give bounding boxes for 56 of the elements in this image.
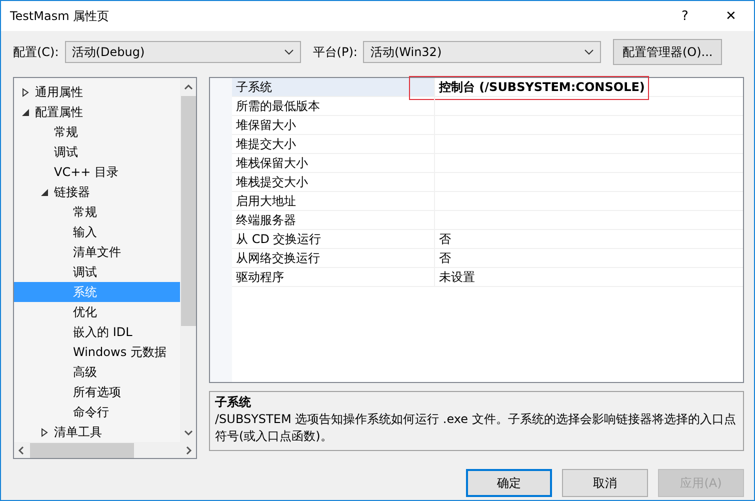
property-name[interactable]: 堆提交大小 xyxy=(232,135,435,154)
property-value[interactable]: 否 xyxy=(435,230,743,249)
tree-item[interactable]: VC++ 目录 xyxy=(14,162,180,182)
tree-item[interactable]: 优化 xyxy=(14,302,180,322)
property-name[interactable]: 所需的最低版本 xyxy=(232,97,435,116)
config-manager-button[interactable]: 配置管理器(O)... xyxy=(613,39,722,65)
property-value[interactable]: 否 xyxy=(435,249,743,268)
close-button[interactable]: ✕ xyxy=(708,1,754,31)
property-value[interactable]: 控制台 (/SUBSYSTEM:CONSOLE) xyxy=(435,78,743,97)
scroll-right-icon[interactable] xyxy=(186,446,192,454)
scroll-down-icon[interactable] xyxy=(184,430,192,436)
property-name[interactable]: 堆栈提交大小 xyxy=(232,173,435,192)
collapsed-triangle-icon[interactable] xyxy=(41,428,48,436)
platform-dropdown[interactable]: 活动(Win32) xyxy=(363,41,602,63)
expanded-triangle-icon[interactable] xyxy=(41,188,48,196)
property-name[interactable]: 驱动程序 xyxy=(232,268,435,287)
tree-item[interactable]: 输入 xyxy=(14,222,180,242)
scroll-up-icon[interactable] xyxy=(184,84,192,90)
tree-item[interactable]: 常规 xyxy=(14,122,180,142)
help-button[interactable]: ? xyxy=(662,1,708,31)
tree-item[interactable]: 调试 xyxy=(14,262,180,282)
tree-item[interactable]: Windows 元数据 xyxy=(14,342,180,362)
platform-label: 平台(P): xyxy=(312,44,358,60)
chevron-down-icon xyxy=(584,49,594,55)
tree-item[interactable]: 命令行 xyxy=(14,402,180,422)
tree-item[interactable]: 所有选项 xyxy=(14,382,180,402)
config-label: 配置(C): xyxy=(13,44,59,60)
description-text: /SUBSYSTEM 选项告知操作系统如何运行 .exe 文件。子系统的选择会影响链接器将选择的入口点符号(或入口点函数)。 xyxy=(215,411,737,445)
scroll-left-icon[interactable] xyxy=(18,446,24,454)
property-name[interactable]: 启用大地址 xyxy=(232,192,435,211)
config-dropdown[interactable]: 活动(Debug) xyxy=(64,41,301,63)
property-name[interactable]: 从 CD 交换运行 xyxy=(232,230,435,249)
horizontal-scrollbar[interactable] xyxy=(14,442,196,458)
expanded-triangle-icon[interactable] xyxy=(22,108,29,116)
dialog-button[interactable]: 确定 xyxy=(466,469,552,497)
description-title: 子系统 xyxy=(215,394,252,411)
property-name[interactable]: 堆保留大小 xyxy=(232,116,435,135)
tree-item[interactable]: 嵌入的 IDL xyxy=(14,322,180,342)
property-name[interactable]: 子系统 xyxy=(232,78,435,97)
property-name[interactable]: 从网络交换运行 xyxy=(232,249,435,268)
window-title: TestMasm 属性页 xyxy=(10,8,110,24)
tree-item[interactable]: 链接器 xyxy=(14,182,180,202)
dialog-button[interactable]: 取消 xyxy=(562,469,648,497)
vertical-scrollbar[interactable] xyxy=(180,78,196,442)
tree-item[interactable]: 清单工具 xyxy=(14,422,180,442)
tree-item[interactable]: 配置属性 xyxy=(14,102,180,122)
tree-item[interactable]: 高级 xyxy=(14,362,180,382)
property-name[interactable]: 终端服务器 xyxy=(232,211,435,230)
tree-item[interactable]: 调试 xyxy=(14,142,180,162)
property-name[interactable]: 堆栈保留大小 xyxy=(232,154,435,173)
tree-item[interactable]: 常规 xyxy=(14,202,180,222)
tree-item[interactable]: 清单文件 xyxy=(14,242,180,262)
tree-item[interactable]: 通用属性 xyxy=(14,82,180,102)
property-value[interactable]: 未设置 xyxy=(435,268,743,287)
collapsed-triangle-icon[interactable] xyxy=(22,88,29,96)
chevron-down-icon xyxy=(284,49,294,55)
